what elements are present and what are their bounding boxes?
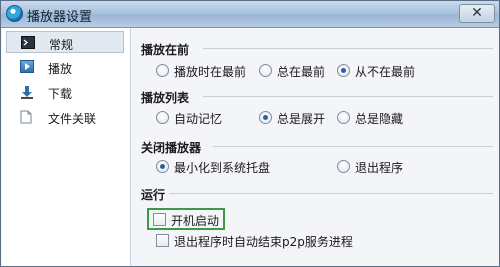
document-icon — [20, 110, 34, 124]
radio-button[interactable] — [156, 64, 169, 77]
radio-button[interactable] — [337, 111, 350, 124]
section-title-close-player: 关闭播放器 — [141, 141, 202, 155]
settings-content: 播放在前 播放时在最前 总在最前 从不在最前 播放列表 自动记忆 总是展开 总是… — [131, 28, 499, 266]
title-bar[interactable]: 播放器设置 ✕ — [1, 1, 499, 28]
section-divider — [169, 193, 493, 194]
sidebar-item-label: 下载 — [48, 87, 73, 101]
close-button[interactable]: ✕ — [459, 4, 495, 23]
settings-sidebar: 常规 播放 下载 文件关联 — [2, 28, 131, 266]
radio-button[interactable] — [156, 111, 169, 124]
radio-label: 播放时在最前 — [174, 65, 247, 79]
section-divider — [203, 48, 493, 49]
radio-label: 从不在最前 — [355, 65, 416, 79]
radio-label: 总是展开 — [277, 112, 326, 126]
sidebar-item-general[interactable]: 常规 — [6, 31, 124, 53]
radio-label: 退出程序 — [355, 161, 404, 175]
window-title: 播放器设置 — [27, 10, 93, 25]
radio-label: 总在最前 — [277, 65, 326, 79]
checkbox[interactable] — [153, 213, 166, 226]
section-divider — [203, 96, 493, 97]
sidebar-item-label: 文件关联 — [48, 112, 97, 126]
section-title-run: 运行 — [141, 188, 166, 202]
sidebar-item-label: 常规 — [49, 38, 74, 52]
checkbox-label: 开机启动 — [171, 214, 220, 228]
section-title-playlist: 播放列表 — [141, 91, 190, 105]
radio-label: 自动记忆 — [174, 112, 223, 126]
sidebar-item-file-association[interactable]: 文件关联 — [6, 106, 124, 128]
player-logo-icon — [6, 5, 23, 22]
radio-label: 总是隐藏 — [355, 112, 404, 126]
radio-button-selected[interactable] — [156, 160, 169, 173]
radio-button-selected[interactable] — [337, 64, 350, 77]
sidebar-item-download[interactable]: 下载 — [6, 81, 124, 103]
radio-button[interactable] — [259, 64, 272, 77]
radio-button-selected[interactable] — [259, 111, 272, 124]
checkbox[interactable] — [156, 234, 169, 247]
play-icon — [20, 60, 34, 73]
checkbox-label: 退出程序时自动结束p2p服务进程 — [174, 235, 353, 249]
sidebar-item-label: 播放 — [48, 62, 73, 76]
section-title-playback-front: 播放在前 — [141, 43, 190, 57]
section-divider — [213, 146, 493, 147]
radio-button[interactable] — [337, 160, 350, 173]
radio-label: 最小化到系统托盘 — [174, 161, 271, 175]
terminal-icon — [21, 36, 35, 49]
download-icon — [20, 85, 34, 99]
sidebar-item-playback[interactable]: 播放 — [6, 56, 124, 78]
settings-window: 播放器设置 ✕ 常规 播放 下载 文件关联 播放在前 播放时在最前 总在最前 从… — [0, 0, 500, 267]
